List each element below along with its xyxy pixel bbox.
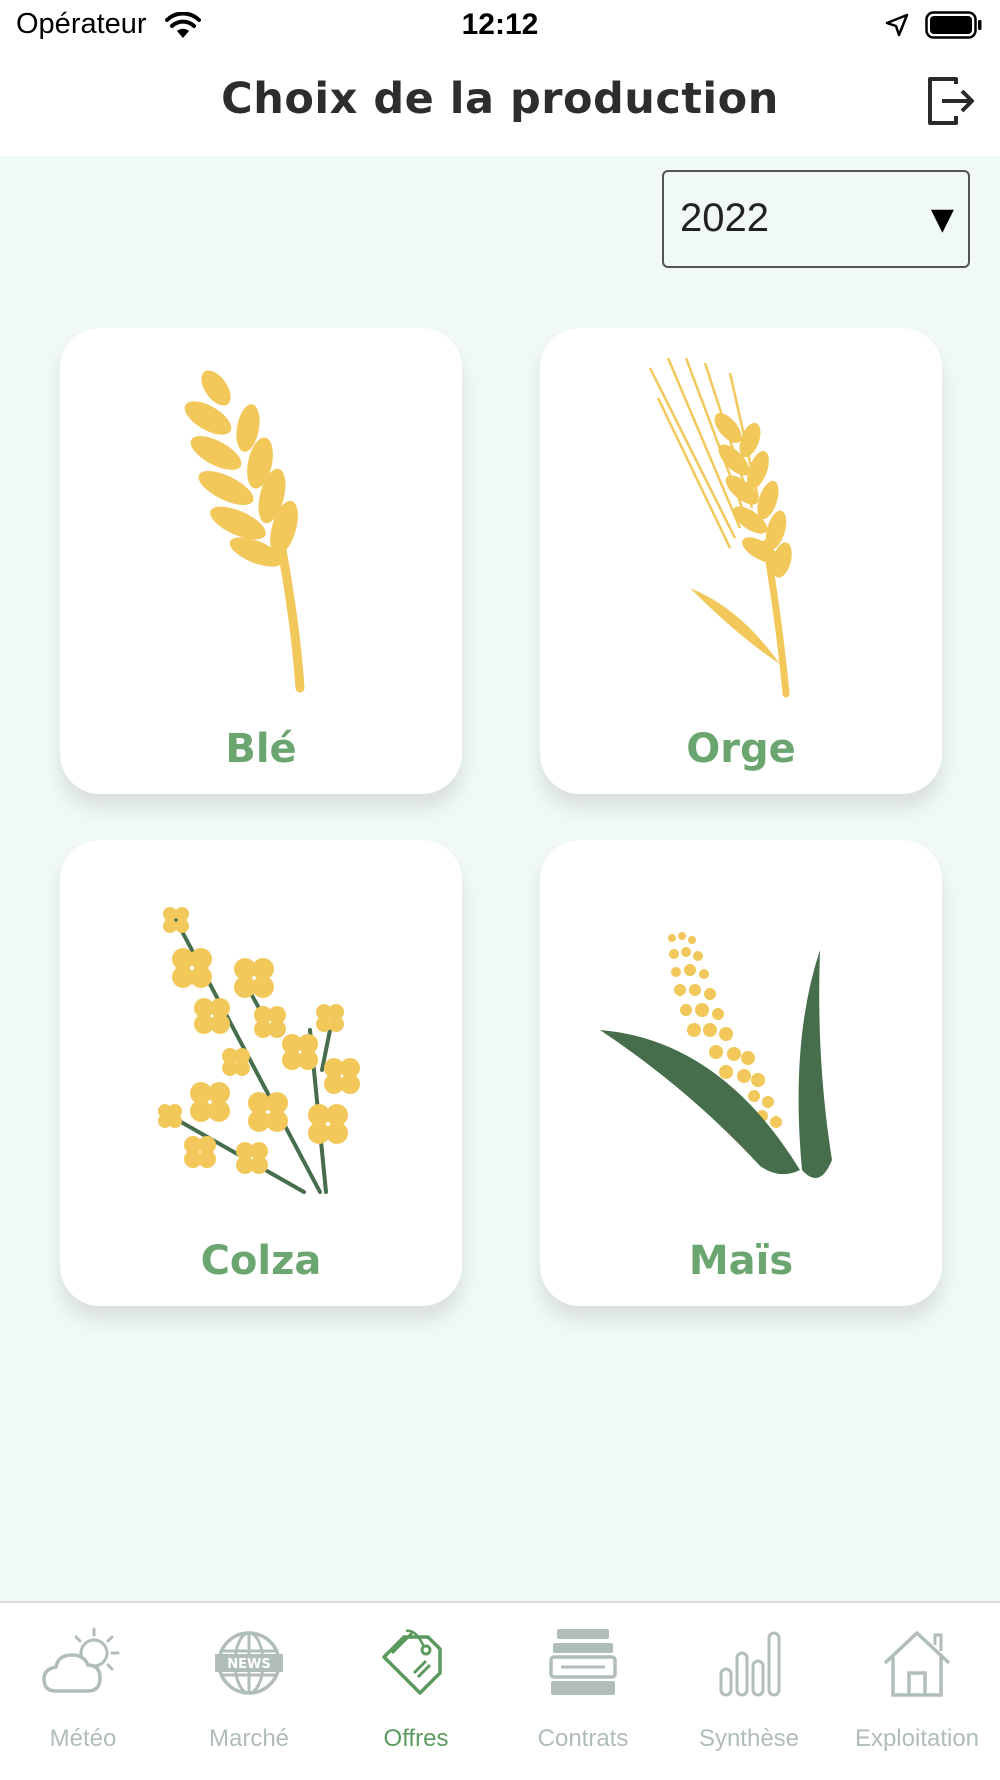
battery-icon [925, 11, 982, 39]
app-header: Choix de la production [0, 50, 1000, 156]
year-select-value: 2022 [680, 196, 769, 240]
weather-icon [42, 1627, 120, 1693]
production-label: Colza [200, 1238, 322, 1284]
corn-icon [600, 932, 832, 1178]
barley-icon [648, 357, 792, 698]
home-icon [883, 1631, 951, 1697]
status-bar: Opérateur 12:12 [0, 0, 1000, 50]
price-tag-icon [382, 1629, 442, 1695]
production-label: Maïs [688, 1238, 794, 1284]
tab-meteo[interactable]: Météo [0, 1603, 166, 1780]
tab-marche[interactable]: NEWS Marché [166, 1603, 332, 1780]
year-select[interactable]: 2022 ▼ [662, 170, 970, 268]
production-card-ble[interactable]: Blé [60, 328, 462, 794]
news-globe-icon: NEWS [215, 1631, 283, 1695]
content-area: 2022 ▼ Blé Orge Colza Maïs [0, 156, 1000, 1601]
tab-contrats[interactable]: Contrats [500, 1603, 666, 1780]
tab-offres[interactable]: Offres [333, 1603, 499, 1780]
production-card-colza[interactable]: Colza [60, 840, 462, 1306]
location-arrow-icon [885, 13, 909, 37]
contracts-icon [549, 1629, 617, 1695]
wheat-icon [184, 370, 305, 693]
logout-icon[interactable] [926, 76, 976, 126]
production-label: Blé [225, 726, 297, 772]
rapeseed-icon [158, 907, 360, 1194]
production-card-mais[interactable]: Maïs [540, 840, 942, 1306]
tab-exploitation[interactable]: Exploitation [834, 1603, 1000, 1780]
page-title: Choix de la production [221, 74, 779, 124]
tab-synthese[interactable]: Synthèse [666, 1603, 832, 1780]
production-card-orge[interactable]: Orge [540, 328, 942, 794]
tab-label: Exploitation [854, 1725, 980, 1752]
dropdown-arrow-icon: ▼ [930, 202, 954, 237]
status-time: 12:12 [461, 8, 539, 41]
production-label: Orge [686, 726, 796, 772]
bar-chart-icon [719, 1631, 781, 1697]
svg-text:NEWS: NEWS [227, 1657, 270, 1672]
tab-bar: Météo NEWS Marché Offres Contrats Synthè… [0, 1601, 1000, 1780]
